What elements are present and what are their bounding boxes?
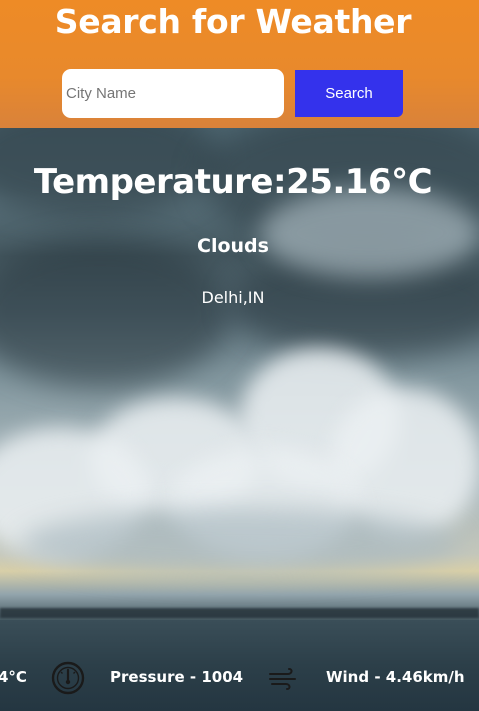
search-button[interactable]: Search (295, 70, 403, 117)
page-title: Search for Weather (54, 2, 412, 41)
cloud-shape (0, 238, 230, 388)
pressure-value: Pressure - 1004 (110, 668, 244, 686)
gauge-icon (51, 661, 85, 699)
weather-app: Search for Weather Search Temperature:25… (0, 0, 479, 711)
horizon-land (0, 608, 479, 618)
wind-value: Wind - 4.46km/h (326, 668, 465, 686)
weather-stats-bar: 4°C Pressure - 1004 Wind - 4.46km/h (0, 660, 479, 696)
wind-icon (268, 666, 300, 694)
weather-condition: Clouds (197, 235, 269, 257)
header: Search for Weather Search (0, 0, 479, 128)
city-search-input[interactable] (62, 69, 284, 118)
location-label: Delhi,IN (201, 288, 265, 307)
feels-like-value: 4°C (0, 668, 27, 686)
weather-background-image (0, 128, 479, 711)
temperature-readout: Temperature:25.16°C (33, 162, 433, 202)
cloud-shape (20, 508, 460, 578)
